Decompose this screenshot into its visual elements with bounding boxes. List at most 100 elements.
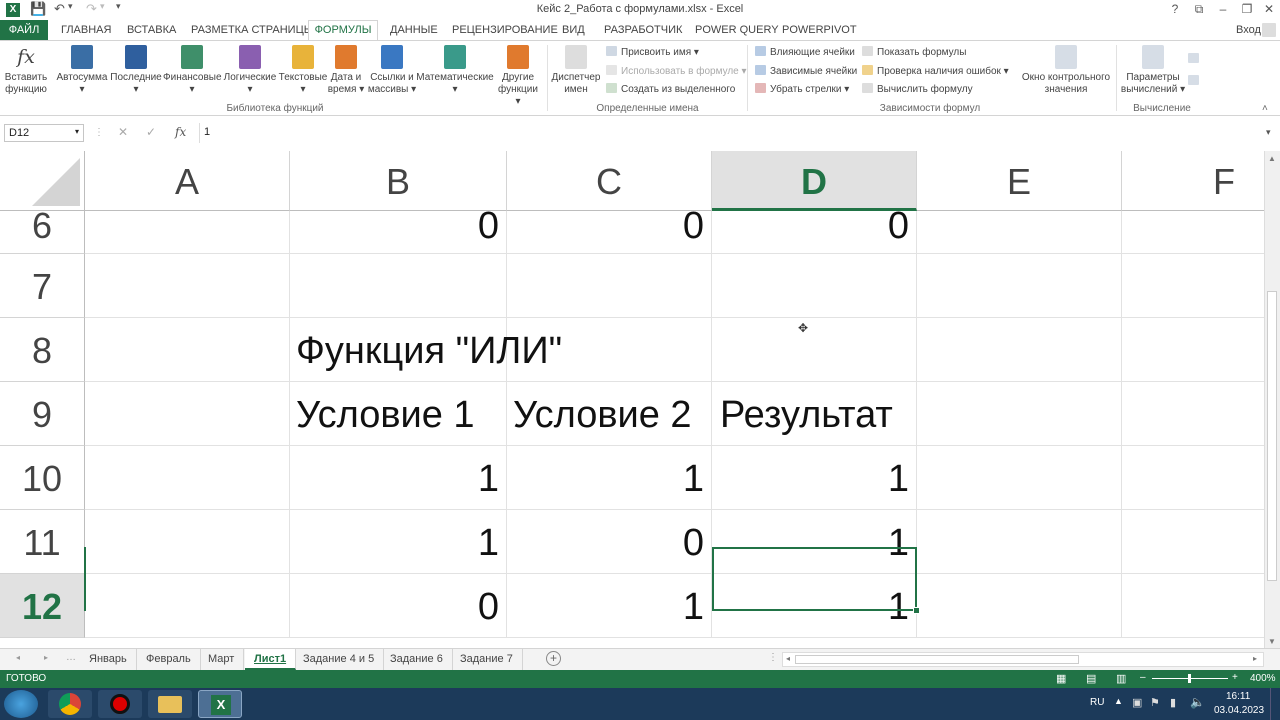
more-sheets-icon[interactable]: … bbox=[66, 652, 76, 663]
sheet-tab[interactable]: Задание 7 bbox=[451, 649, 523, 670]
tab-powerpivot[interactable]: POWERPIVOT bbox=[782, 24, 857, 36]
cell-f8[interactable] bbox=[1122, 318, 1264, 382]
fx-button[interactable]: fx bbox=[175, 125, 186, 139]
cell-e9[interactable] bbox=[917, 382, 1122, 446]
library-button-1[interactable]: Последние ▾ bbox=[110, 45, 162, 96]
column-header-c[interactable]: C bbox=[507, 151, 712, 211]
cell-c9[interactable]: Условие 2 bbox=[507, 382, 712, 446]
library-button-8[interactable]: Другие функции ▾ bbox=[495, 45, 541, 108]
scroll-up-icon[interactable]: ▲ bbox=[1268, 154, 1276, 163]
tab-power-query[interactable]: POWER QUERY bbox=[695, 24, 779, 36]
cell-d7[interactable] bbox=[712, 254, 917, 318]
cell-b9[interactable]: Условие 1 bbox=[290, 382, 507, 446]
cell-a8[interactable] bbox=[85, 318, 290, 382]
prev-sheet-icon[interactable]: ◂ bbox=[16, 653, 20, 662]
tab-view[interactable]: ВИД bbox=[562, 24, 585, 36]
column-header-b[interactable]: B bbox=[290, 151, 507, 211]
tab-page-layout[interactable]: РАЗМЕТКА СТРАНИЦЫ bbox=[191, 24, 313, 36]
library-button-6[interactable]: Ссылки и массивы ▾ bbox=[367, 45, 417, 96]
use-in-formula-button[interactable]: Использовать в формуле ▾ bbox=[606, 65, 747, 77]
cancel-icon[interactable]: ✕ bbox=[118, 125, 128, 139]
excel-taskbar-button[interactable]: X bbox=[198, 690, 242, 718]
cell-d9[interactable]: Результат bbox=[712, 382, 917, 446]
horizontal-scrollbar[interactable]: ◂ ▸ bbox=[782, 652, 1264, 667]
zoom-in-icon[interactable]: + bbox=[1232, 672, 1238, 683]
help-button[interactable]: ? bbox=[1164, 2, 1186, 16]
library-button-3[interactable]: Логические ▾ bbox=[222, 45, 278, 96]
library-button-4[interactable]: Текстовые ▾ bbox=[277, 45, 329, 96]
ribbon-display-button[interactable]: ⧉ bbox=[1188, 2, 1210, 17]
horizontal-scroll-thumb[interactable] bbox=[795, 655, 1079, 664]
cell-f6[interactable] bbox=[1122, 211, 1264, 254]
cell-d11[interactable]: 1 bbox=[712, 510, 917, 574]
column-header-a[interactable]: A bbox=[85, 151, 290, 211]
clock-date[interactable]: 03.04.2023 bbox=[1214, 705, 1264, 716]
library-button-7[interactable]: Математические ▾ bbox=[416, 45, 494, 96]
clock-time[interactable]: 16:11 bbox=[1226, 691, 1250, 702]
column-header-e[interactable]: E bbox=[917, 151, 1122, 211]
cell-b12[interactable]: 0 bbox=[290, 574, 507, 638]
row-header-11[interactable]: 11 bbox=[0, 510, 85, 574]
row-header-12[interactable]: 12 bbox=[0, 574, 85, 638]
cell-e10[interactable] bbox=[917, 446, 1122, 510]
trace-dependents-button[interactable]: Зависимые ячейки bbox=[755, 65, 857, 77]
cell-e8[interactable] bbox=[917, 318, 1122, 382]
tab-formulas[interactable]: ФОРМУЛЫ bbox=[308, 20, 378, 41]
evaluate-formula-button[interactable]: Вычислить формулу bbox=[862, 83, 973, 95]
scroll-left-icon[interactable]: ◂ bbox=[786, 654, 790, 663]
cell-a10[interactable] bbox=[85, 446, 290, 510]
cell-c12[interactable]: 1 bbox=[507, 574, 712, 638]
sheet-tab[interactable]: Лист1 bbox=[245, 649, 297, 670]
library-button-2[interactable]: Финансовые ▾ bbox=[163, 45, 222, 96]
cell-a6[interactable] bbox=[85, 211, 290, 254]
zoom-slider-thumb[interactable] bbox=[1188, 674, 1191, 683]
calc-options-button[interactable]: Параметры вычислений ▾ bbox=[1120, 45, 1186, 96]
tab-insert[interactable]: ВСТАВКА bbox=[127, 24, 176, 36]
explorer-taskbar-button[interactable] bbox=[148, 690, 192, 718]
worksheet-grid[interactable]: ABCDEF 6 0 0 0 7 8 Функция "ИЛИ" 9 Условие 1 Усло… bbox=[0, 151, 1264, 641]
cell-d8[interactable] bbox=[712, 318, 917, 382]
fill-handle[interactable] bbox=[913, 607, 920, 614]
cell-e11[interactable] bbox=[917, 510, 1122, 574]
cell-d6[interactable]: 0 bbox=[712, 207, 917, 254]
cell-f9[interactable] bbox=[1122, 382, 1264, 446]
tab-split-handle-icon[interactable]: ⋮ bbox=[768, 652, 778, 663]
define-name-button[interactable]: Присвоить имя ▾ bbox=[606, 46, 699, 58]
row-header-9[interactable]: 9 bbox=[0, 382, 85, 446]
expand-formula-bar-icon[interactable]: ▾ bbox=[1266, 127, 1271, 138]
calc-sheet-button[interactable] bbox=[1188, 75, 1203, 87]
tab-review[interactable]: РЕЦЕНЗИРОВАНИЕ bbox=[452, 24, 558, 36]
sign-in-link[interactable]: Вход bbox=[1236, 24, 1261, 36]
cell-f7[interactable] bbox=[1122, 254, 1264, 318]
library-button-0[interactable]: Автосумма ▾ bbox=[55, 45, 109, 96]
name-box[interactable]: D12 ▾ bbox=[4, 124, 84, 142]
show-desktop-button[interactable] bbox=[1270, 688, 1280, 720]
next-sheet-icon[interactable]: ▸ bbox=[44, 653, 48, 662]
enter-icon[interactable]: ✓ bbox=[146, 125, 156, 139]
formula-input[interactable]: 1 bbox=[200, 124, 1262, 142]
scroll-down-icon[interactable]: ▼ bbox=[1268, 637, 1276, 646]
recorder-taskbar-button[interactable] bbox=[98, 690, 142, 718]
cell-a11[interactable] bbox=[85, 510, 290, 574]
cell-f11[interactable] bbox=[1122, 510, 1264, 574]
cell-b11[interactable]: 1 bbox=[290, 510, 507, 574]
sheet-tab[interactable]: Задание 4 и 5 bbox=[294, 649, 385, 670]
cell-e12[interactable] bbox=[917, 574, 1122, 638]
cell-c7[interactable] bbox=[507, 254, 712, 318]
collapse-ribbon-icon[interactable]: ˄ bbox=[1262, 103, 1268, 114]
sheet-tab[interactable]: Март bbox=[199, 649, 245, 670]
sheet-tab[interactable]: Январь bbox=[80, 649, 137, 670]
library-button-5[interactable]: Дата и время ▾ bbox=[327, 45, 365, 96]
error-checking-button[interactable]: Проверка наличия ошибок ▾ bbox=[862, 65, 1009, 77]
minimize-button[interactable]: – bbox=[1212, 2, 1234, 16]
calc-now-button[interactable] bbox=[1188, 53, 1203, 65]
cell-c11[interactable]: 0 bbox=[507, 510, 712, 574]
cell-c10[interactable]: 1 bbox=[507, 446, 712, 510]
trace-precedents-button[interactable]: Влияющие ячейки bbox=[755, 46, 855, 58]
tab-home[interactable]: ГЛАВНАЯ bbox=[61, 24, 111, 36]
column-header-f[interactable]: F bbox=[1122, 151, 1264, 211]
tray-expand-icon[interactable]: ▲ bbox=[1114, 696, 1123, 706]
page-break-view-icon[interactable]: ▥ bbox=[1116, 672, 1126, 685]
cell-c8[interactable] bbox=[507, 318, 712, 382]
cell-d12[interactable]: 1 bbox=[712, 574, 917, 638]
